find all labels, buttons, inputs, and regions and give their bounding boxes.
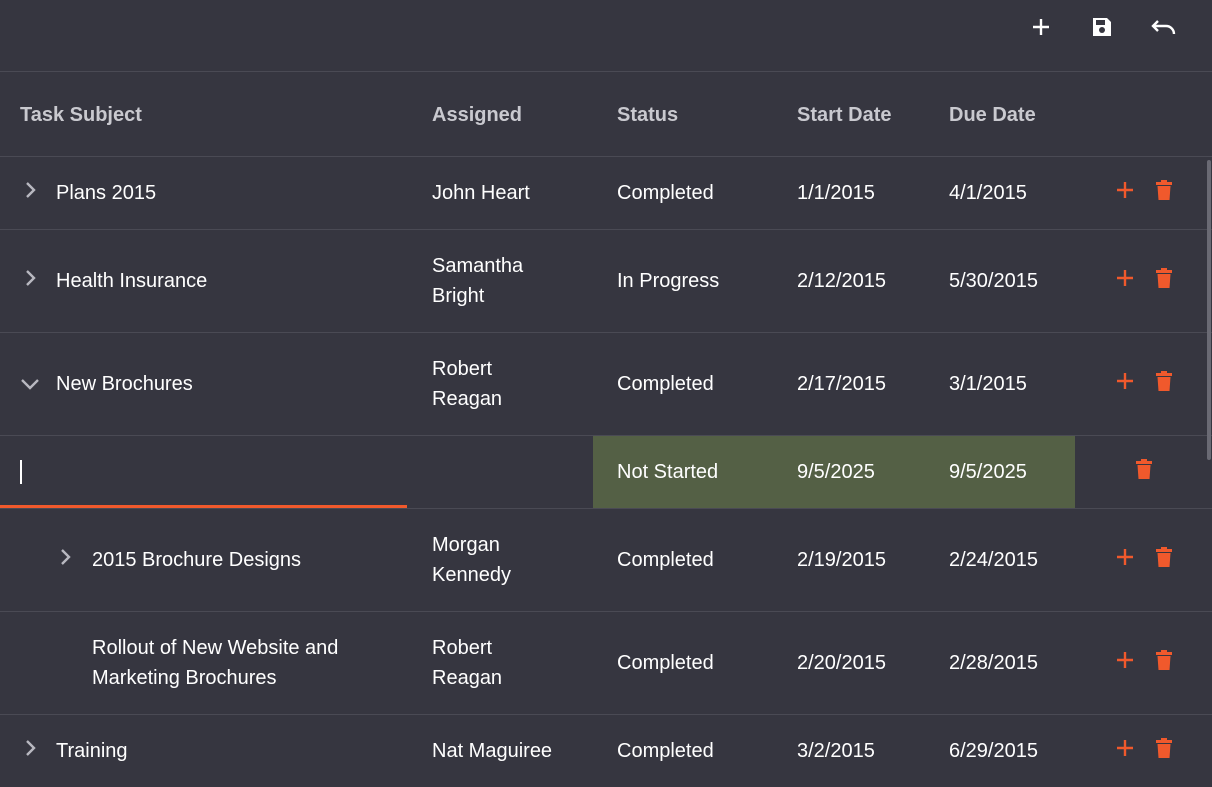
delete-button[interactable] [1152, 230, 1176, 332]
add-child-button[interactable] [1113, 612, 1137, 714]
text-caret [20, 460, 22, 484]
start-date-cell: 2/20/2015 [797, 652, 886, 674]
status-cell: Completed [617, 740, 714, 762]
vertical-scrollbar[interactable] [1207, 160, 1211, 460]
plus-icon [1116, 651, 1134, 675]
save-button[interactable] [1082, 10, 1122, 50]
add-child-button[interactable] [1113, 333, 1137, 435]
column-header-row: Task Subject Assigned Status Start Date … [0, 72, 1212, 157]
save-icon [1090, 15, 1114, 45]
add-child-button[interactable] [1113, 715, 1137, 787]
plus-icon [1116, 739, 1134, 763]
trash-icon [1156, 371, 1172, 397]
column-header-due-date[interactable]: Due Date [949, 104, 1036, 127]
table-row[interactable]: Health Insurance Samantha Bright In Prog… [0, 230, 1212, 333]
delete-button[interactable] [1152, 333, 1176, 435]
status-cell[interactable]: Not Started [617, 436, 787, 508]
assigned-cell: Robert Reagan [432, 358, 503, 410]
status-cell: Completed [617, 549, 714, 571]
due-date-cell: 6/29/2015 [949, 740, 1038, 762]
start-date-cell: 2/19/2015 [797, 549, 886, 571]
expand-button[interactable] [53, 509, 77, 611]
status-cell: In Progress [617, 270, 720, 292]
plus-icon [1031, 17, 1051, 43]
column-header-start-date[interactable]: Start Date [797, 104, 891, 127]
trash-icon [1156, 738, 1172, 764]
add-child-button[interactable] [1113, 509, 1137, 611]
delete-button[interactable] [1152, 715, 1176, 787]
chevron-right-icon [24, 181, 36, 205]
start-date-cell: 2/12/2015 [797, 270, 886, 292]
assigned-cell: Morgan Kennedy [432, 534, 511, 586]
plus-icon [1116, 181, 1134, 205]
chevron-right-icon [24, 269, 36, 293]
collapse-button[interactable] [18, 333, 42, 435]
task-subject-cell: Rollout of New Website and Marketing Bro… [92, 637, 339, 689]
column-header-assigned[interactable]: Assigned [432, 104, 522, 127]
trash-icon [1156, 180, 1172, 206]
add-child-button[interactable] [1113, 230, 1137, 332]
task-subject-cell: New Brochures [56, 373, 193, 395]
assigned-cell: Nat Maguiree [432, 740, 553, 762]
column-header-status[interactable]: Status [617, 104, 678, 127]
task-subject-cell: Health Insurance [56, 270, 208, 292]
toolbar [0, 0, 1212, 72]
add-row-button[interactable] [1021, 10, 1061, 50]
add-child-button[interactable] [1113, 157, 1137, 229]
expand-button[interactable] [18, 715, 42, 787]
delete-button[interactable] [1152, 509, 1176, 611]
start-date-cell: 3/2/2015 [797, 740, 875, 762]
assigned-cell: John Heart [432, 182, 530, 204]
expand-button[interactable] [18, 230, 42, 332]
task-subject-cell: 2015 Brochure Designs [92, 549, 302, 571]
due-date-cell[interactable]: 9/5/2025 [949, 436, 1069, 508]
start-date-cell: 1/1/2015 [797, 182, 875, 204]
trash-icon [1136, 459, 1152, 485]
table-row[interactable]: Plans 2015 John Heart Completed 1/1/2015… [0, 157, 1212, 230]
delete-button[interactable] [1152, 157, 1176, 229]
assigned-cell[interactable] [432, 436, 592, 508]
chevron-right-icon [59, 548, 71, 572]
trash-icon [1156, 547, 1172, 573]
due-date-cell: 2/28/2015 [949, 652, 1038, 674]
undo-icon [1151, 17, 1177, 43]
table-row[interactable]: New Brochures Robert Reagan Completed 2/… [0, 333, 1212, 436]
plus-icon [1116, 548, 1134, 572]
task-subject-cell: Plans 2015 [56, 182, 157, 204]
status-cell: Completed [617, 373, 714, 395]
undo-button[interactable] [1144, 10, 1184, 50]
column-header-task-subject[interactable]: Task Subject [20, 104, 142, 127]
table-row[interactable]: Rollout of New Website and Marketing Bro… [0, 612, 1212, 715]
expand-button[interactable] [18, 157, 42, 229]
table-row[interactable]: 2015 Brochure Designs Morgan Kennedy Com… [0, 509, 1212, 612]
plus-icon [1116, 269, 1134, 293]
due-date-cell: 5/30/2015 [949, 270, 1038, 292]
assigned-cell: Samantha Bright [432, 255, 524, 307]
delete-button[interactable] [1152, 612, 1176, 714]
task-subject-input[interactable] [0, 436, 407, 508]
status-cell: Completed [617, 652, 714, 674]
assigned-cell: Robert Reagan [432, 637, 503, 689]
delete-button[interactable] [1132, 436, 1156, 508]
chevron-right-icon [24, 739, 36, 763]
due-date-cell: 3/1/2015 [949, 373, 1027, 395]
trash-icon [1156, 650, 1172, 676]
new-row-editing[interactable]: Not Started 9/5/2025 9/5/2025 [0, 436, 1212, 509]
chevron-down-icon [20, 373, 40, 396]
trash-icon [1156, 268, 1172, 294]
start-date-cell: 2/17/2015 [797, 373, 886, 395]
table-row[interactable]: Training Nat Maguiree Completed 3/2/2015… [0, 715, 1212, 787]
task-subject-cell: Training [56, 740, 128, 762]
due-date-cell: 4/1/2015 [949, 182, 1027, 204]
plus-icon [1116, 372, 1134, 396]
status-cell: Completed [617, 182, 714, 204]
start-date-cell[interactable]: 9/5/2025 [797, 436, 937, 508]
due-date-cell: 2/24/2015 [949, 549, 1038, 571]
